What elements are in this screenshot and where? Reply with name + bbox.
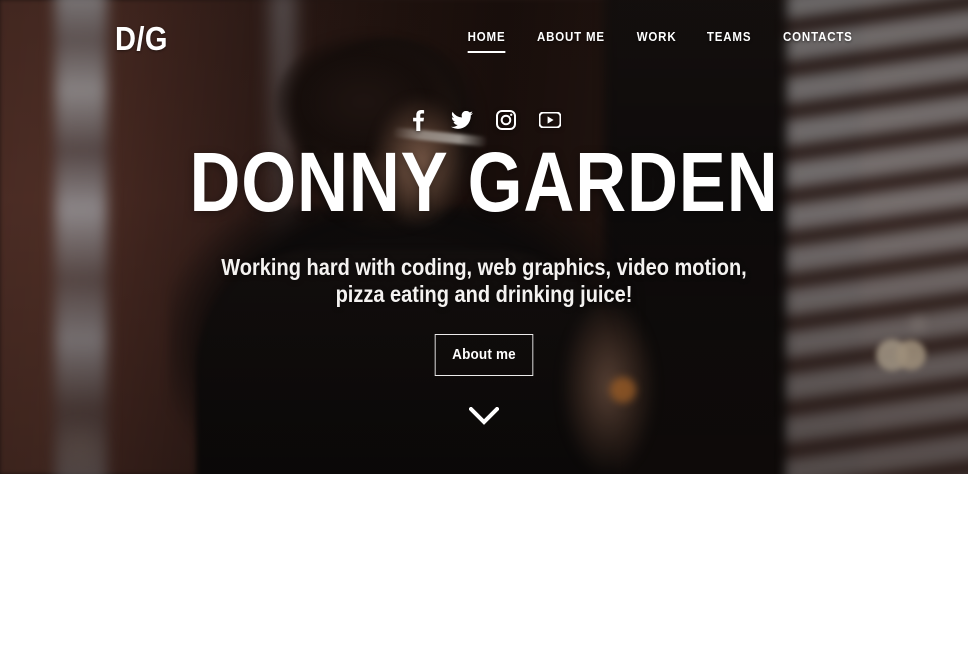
hero-subtitle-line-2: pizza eating and drinking juice! [335,281,633,308]
what-we-do-section: What we do? </> [0,474,968,660]
facebook-icon[interactable] [407,109,429,131]
nav-item-contacts[interactable]: CONTACTS [783,30,853,51]
nav-item-home[interactable]: HOME [467,30,506,53]
social-links [0,109,968,131]
instagram-icon[interactable] [495,109,517,131]
scroll-down-button[interactable] [0,406,968,431]
site-logo[interactable]: D/G [115,22,168,55]
nav-item-about-me[interactable]: ABOUT ME [537,30,605,51]
about-me-button[interactable]: About me [434,334,534,376]
hero-subtitle-line-1: Working hard with coding, web graphics, … [221,254,747,280]
chevron-down-icon [468,406,500,431]
youtube-icon[interactable] [539,109,561,131]
twitter-icon[interactable] [451,109,473,131]
nav-item-work[interactable]: WORK [637,30,677,51]
main-navigation: HOME ABOUT ME WORK TEAMS CONTACTS [466,30,856,53]
nav-item-teams[interactable]: TEAMS [707,30,751,51]
hero-title: DONNY GARDEN [189,135,779,229]
hero-subtitle: Working hard with coding, web graphics, … [63,254,905,308]
hero-section: D/G HOME ABOUT ME WORK TEAMS CONTACTS DO… [0,0,968,474]
